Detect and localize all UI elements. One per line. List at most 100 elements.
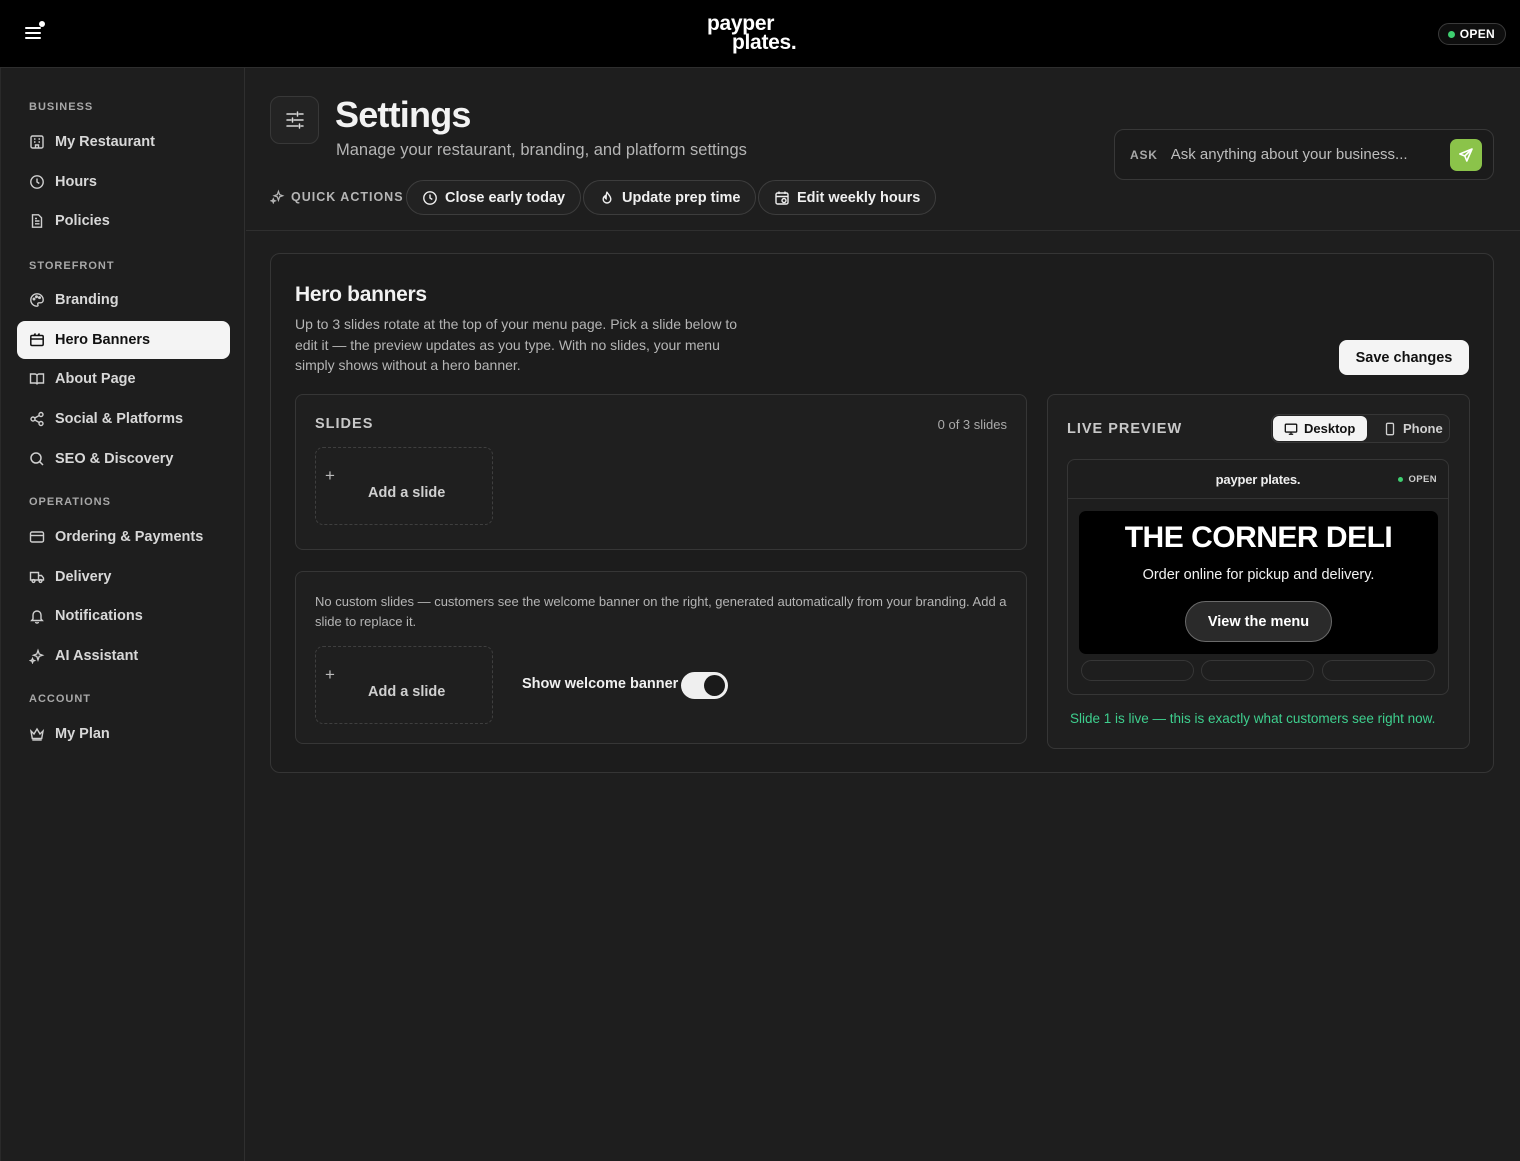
status-dot-icon: [1447, 30, 1455, 38]
sidebar-item-label: My Restaurant: [55, 134, 155, 150]
sidebar-item-label: Branding: [55, 292, 119, 308]
hero-subtitle: Order online for pickup and delivery.: [1142, 567, 1375, 583]
live-preview-panel: LIVE PREVIEW Desktop Phone payper plates…: [1047, 394, 1470, 749]
page-header: Settings Manage your restaurant, brandin…: [246, 68, 1520, 231]
bell-icon: [29, 608, 45, 624]
no-slides-info: No custom slides — customers see the wel…: [315, 594, 1007, 629]
edit-weekly-hours-button[interactable]: Edit weekly hours: [758, 180, 937, 215]
sidebar-item-label: About Page: [55, 371, 136, 387]
sidebar-item-label: AI Assistant: [55, 648, 139, 664]
sidebar-item-label: Notifications: [55, 608, 143, 624]
crown-icon: [29, 726, 45, 742]
welcome-banner-panel: No custom slides — customers see the wel…: [295, 571, 1027, 744]
sidebar-section-business: BUSINESS: [29, 101, 94, 113]
update-prep-time-label: Update prep time: [622, 189, 741, 206]
sidebar-item-label: Hours: [55, 174, 97, 190]
edit-weekly-hours-label: Edit weekly hours: [797, 189, 921, 206]
save-changes-button[interactable]: Save changes: [1339, 340, 1469, 375]
sidebar-item-delivery[interactable]: Delivery: [17, 558, 230, 596]
sliders-icon: [284, 109, 306, 131]
slide-indicator[interactable]: [1201, 660, 1314, 681]
flame-icon: [599, 190, 615, 206]
close-early-button[interactable]: Close early today: [406, 180, 582, 215]
sidebar-item-seo-discovery[interactable]: SEO & Discovery: [17, 440, 230, 478]
device-toggle: Desktop Phone: [1271, 414, 1450, 443]
top-bar: payper plates. OPEN: [0, 0, 1520, 68]
desktop-mode-button[interactable]: Desktop: [1273, 416, 1367, 441]
plus-icon: +: [325, 665, 335, 684]
menu-icon[interactable]: [22, 20, 48, 46]
add-slide-label: Add a slide: [368, 684, 446, 700]
view-menu-button[interactable]: View the menu: [1185, 601, 1332, 642]
sidebar-item-label: Ordering & Payments: [55, 529, 204, 545]
ask-label: ASK: [1130, 147, 1158, 162]
phone-mode-button[interactable]: Phone: [1372, 416, 1448, 441]
sidebar-section-storefront: STOREFRONT: [29, 260, 115, 272]
live-preview-title: LIVE PREVIEW: [1067, 421, 1183, 437]
logo-line-2: plates.: [732, 31, 797, 54]
sidebar-item-my-plan[interactable]: My Plan: [17, 715, 230, 753]
slides-panel: SLIDES 0 of 3 slides + Add a slide: [295, 394, 1027, 550]
preview-topbar: payper plates. OPEN: [1068, 460, 1448, 499]
show-welcome-banner-label: Show welcome banner: [522, 676, 679, 692]
plus-icon: +: [325, 466, 335, 485]
sidebar-item-social-platforms[interactable]: Social & Platforms: [17, 400, 230, 438]
sidebar: BUSINESS My Restaurant Hours Policies ST…: [0, 68, 245, 1161]
open-status-text: OPEN: [1459, 27, 1495, 41]
ask-input[interactable]: [1170, 146, 1443, 163]
banner-icon: [29, 332, 45, 348]
clock-icon: [29, 174, 45, 190]
monitor-icon: [1284, 422, 1298, 436]
truck-icon: [29, 569, 45, 585]
sidebar-item-policies[interactable]: Policies: [17, 202, 230, 240]
close-early-label: Close early today: [445, 189, 566, 206]
hero-title: THE CORNER DELI: [1124, 521, 1393, 554]
share-icon: [29, 411, 45, 427]
sidebar-item-label: Hero Banners: [55, 332, 151, 348]
document-icon: [29, 213, 45, 229]
sidebar-item-label: SEO & Discovery: [55, 451, 174, 467]
sidebar-section-operations: OPERATIONS: [29, 496, 111, 508]
add-slide-button[interactable]: + Add a slide: [315, 447, 493, 525]
quick-actions-label: QUICK ACTIONS: [270, 189, 404, 204]
sidebar-item-branding[interactable]: Branding: [17, 281, 230, 319]
sidebar-item-about-page[interactable]: About Page: [17, 360, 230, 398]
building-icon: [29, 134, 45, 150]
settings-icon-box: [270, 96, 319, 144]
sidebar-item-notifications[interactable]: Notifications: [17, 597, 230, 635]
phone-mode-label: Phone: [1403, 421, 1443, 436]
clock-icon: [422, 190, 438, 206]
section-description: Up to 3 slides rotate at the top of your…: [295, 316, 738, 373]
desktop-mode-label: Desktop: [1304, 421, 1356, 436]
slide-indicator[interactable]: [1322, 660, 1435, 681]
sparkles-icon: [270, 189, 285, 204]
show-welcome-banner-toggle[interactable]: [681, 672, 728, 699]
phone-icon: [1383, 422, 1397, 436]
sidebar-item-ordering-payments[interactable]: Ordering & Payments: [17, 518, 230, 556]
live-status-note: Slide 1 is live — this is exactly what c…: [1070, 711, 1436, 726]
logo[interactable]: payper plates.: [690, 13, 830, 54]
sidebar-item-hours[interactable]: Hours: [17, 163, 230, 201]
sidebar-item-label: My Plan: [55, 726, 110, 742]
add-slide-button-secondary[interactable]: + Add a slide: [315, 646, 493, 724]
book-icon: [29, 371, 45, 387]
slide-indicator[interactable]: [1081, 660, 1194, 681]
sidebar-item-label: Delivery: [55, 569, 112, 585]
page-subtitle: Manage your restaurant, branding, and pl…: [336, 141, 747, 159]
preview-logo: payper plates.: [1215, 472, 1301, 487]
sidebar-item-ai-assistant[interactable]: AI Assistant: [17, 637, 230, 675]
search-icon: [29, 451, 45, 467]
preview-hero-banner: THE CORNER DELI Order online for pickup …: [1079, 511, 1438, 654]
preview-open-text: OPEN: [1408, 474, 1437, 485]
open-status-badge: OPEN: [1437, 23, 1506, 45]
sidebar-item-my-restaurant[interactable]: My Restaurant: [17, 123, 230, 161]
preview-frame: payper plates. OPEN THE CORNER DELI Orde…: [1067, 459, 1449, 695]
sidebar-item-hero-banners[interactable]: Hero Banners: [17, 321, 230, 359]
add-slide-label: Add a slide: [368, 485, 446, 501]
sidebar-item-label: Policies: [55, 213, 110, 229]
toggle-knob: [704, 675, 725, 696]
update-prep-time-button[interactable]: Update prep time: [583, 180, 757, 215]
sparkles-icon: [29, 648, 45, 664]
send-button[interactable]: [1450, 139, 1482, 171]
palette-icon: [29, 292, 45, 308]
